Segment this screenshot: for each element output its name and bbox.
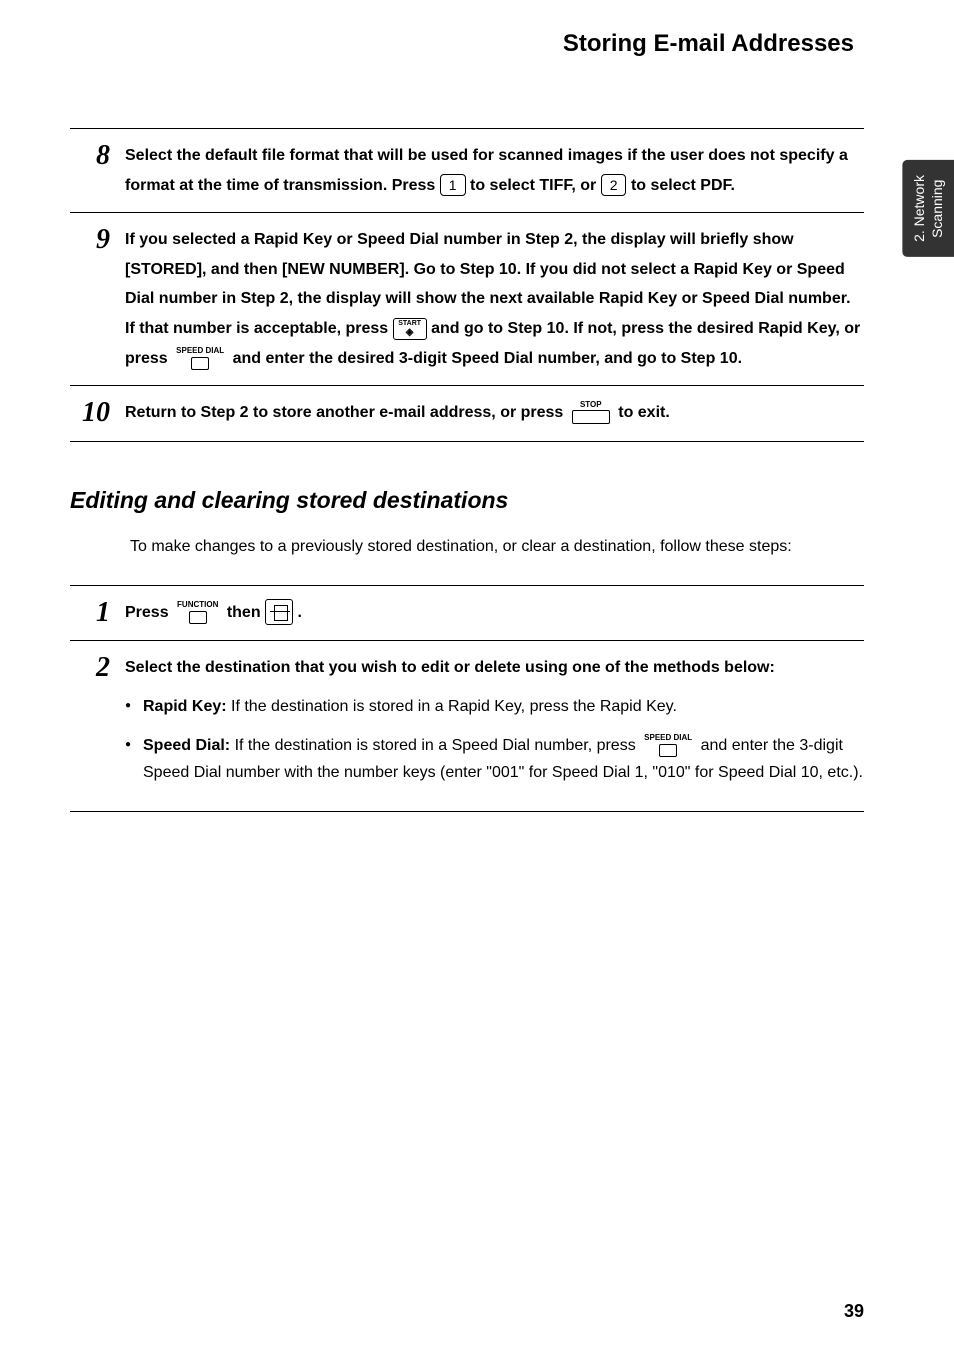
step-content: Press FUNCTION then . xyxy=(125,598,864,628)
step-number: 9 xyxy=(70,225,110,256)
steps-group-2: 1 Press FUNCTION then . 2 Select the des… xyxy=(70,585,864,812)
section-intro: To make changes to a previously stored d… xyxy=(130,534,814,560)
step-number: 10 xyxy=(70,398,110,429)
step-number: 2 xyxy=(70,653,110,684)
speed-dial-label: SPEED DIAL xyxy=(644,734,692,742)
list-item: Speed Dial: If the destination is stored… xyxy=(125,732,864,786)
key-box-icon xyxy=(191,357,209,370)
page-number: 39 xyxy=(844,1301,864,1322)
step-text: . xyxy=(298,604,302,621)
step-9: 9 If you selected a Rapid Key or Speed D… xyxy=(70,212,864,385)
step-text: to select PDF. xyxy=(631,177,735,194)
step-2: 2 Select the destination that you wish t… xyxy=(70,640,864,811)
side-tab-line2: Scanning xyxy=(929,179,945,237)
steps-group-1: 8 Select the default file format that wi… xyxy=(70,128,864,442)
key-2: 2 xyxy=(601,174,627,196)
step-number: 1 xyxy=(70,598,110,629)
key-box-icon xyxy=(572,410,610,424)
speed-dial-label: SPEED DIAL xyxy=(176,347,224,355)
speed-dial-key: SPEED DIAL xyxy=(644,734,692,757)
nav-key-icon xyxy=(265,599,293,625)
function-key-label: FUNCTION xyxy=(177,601,218,609)
bullet-label: Speed Dial: xyxy=(143,737,230,754)
step-text: to select TIFF, or xyxy=(470,177,601,194)
step-text: and enter the desired 3-digit Speed Dial… xyxy=(233,350,742,367)
step-10: 10 Return to Step 2 to store another e-m… xyxy=(70,385,864,442)
stop-key: STOP xyxy=(572,401,610,424)
step-number: 8 xyxy=(70,141,110,172)
section-heading: Editing and clearing stored destinations xyxy=(70,487,864,514)
bullet-list: Rapid Key: If the destination is stored … xyxy=(125,693,864,787)
stop-key-label: STOP xyxy=(572,401,610,409)
step-content: Return to Step 2 to store another e-mail… xyxy=(125,398,864,428)
step-content: Select the destination that you wish to … xyxy=(125,653,864,798)
function-key: FUNCTION xyxy=(177,601,218,624)
bullet-text: If the destination is stored in a Speed … xyxy=(230,737,640,754)
start-key-label: START xyxy=(397,320,423,327)
step-content: If you selected a Rapid Key or Speed Dia… xyxy=(125,225,864,373)
diamond-icon: ◈ xyxy=(397,328,423,338)
step-content: Select the default file format that will… xyxy=(125,141,864,200)
step-text: then xyxy=(227,604,265,621)
step-text: Select the destination that you wish to … xyxy=(125,659,775,676)
bullet-text: If the destination is stored in a Rapid … xyxy=(227,698,677,715)
side-tab: 2. Network Scanning xyxy=(902,160,954,257)
step-1: 1 Press FUNCTION then . xyxy=(70,585,864,641)
speed-dial-key: SPEED DIAL xyxy=(176,347,224,370)
list-item: Rapid Key: If the destination is stored … xyxy=(125,693,864,720)
step-text: Press xyxy=(125,604,173,621)
step-text: Return to Step 2 to store another e-mail… xyxy=(125,404,568,421)
step-text: to exit. xyxy=(618,404,670,421)
bullet-label: Rapid Key: xyxy=(143,698,227,715)
start-key: START ◈ xyxy=(393,318,427,340)
key-1: 1 xyxy=(440,174,466,196)
key-box-icon xyxy=(189,611,207,624)
side-tab-line1: 2. Network xyxy=(911,175,927,242)
step-8: 8 Select the default file format that wi… xyxy=(70,128,864,212)
page-header: Storing E-mail Addresses xyxy=(70,30,864,58)
key-box-icon xyxy=(659,744,677,757)
